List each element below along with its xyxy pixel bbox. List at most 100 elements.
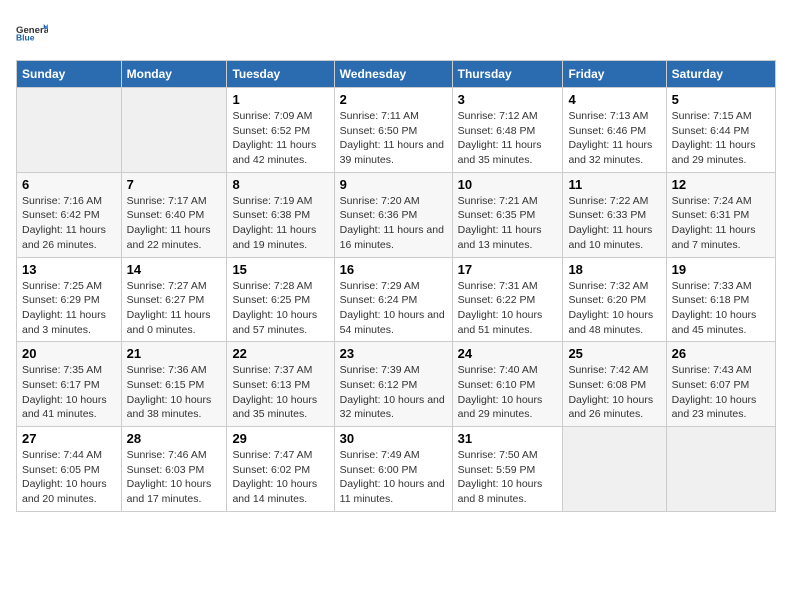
calendar-cell: 28 Sunrise: 7:46 AM Sunset: 6:03 PM Dayli… [121, 427, 227, 512]
day-info: Sunrise: 7:20 AM Sunset: 6:36 PM Dayligh… [340, 194, 447, 253]
day-number: 7 [127, 177, 222, 192]
day-info: Sunrise: 7:22 AM Sunset: 6:33 PM Dayligh… [568, 194, 660, 253]
day-info: Sunrise: 7:29 AM Sunset: 6:24 PM Dayligh… [340, 279, 447, 338]
calendar-cell [563, 427, 666, 512]
calendar-cell: 25Sunrise: 7:42 AM Sunset: 6:08 PM Dayli… [563, 342, 666, 427]
day-number: 4 [568, 92, 660, 107]
header-saturday: Saturday [666, 61, 775, 88]
day-info: Sunrise: 7:32 AM Sunset: 6:20 PM Dayligh… [568, 279, 660, 338]
day-info: Sunrise: 7:43 AM Sunset: 6:07 PM Dayligh… [672, 363, 770, 422]
day-number: 28 [127, 431, 222, 446]
day-info: Sunrise: 7:11 AM Sunset: 6:50 PM Dayligh… [340, 109, 447, 168]
calendar-cell: 14Sunrise: 7:27 AM Sunset: 6:27 PM Dayli… [121, 257, 227, 342]
day-info: Sunrise: 7:12 AM Sunset: 6:48 PM Dayligh… [458, 109, 558, 168]
day-info: Sunrise: 7:37 AM Sunset: 6:13 PM Dayligh… [232, 363, 328, 422]
day-info: Sunrise: 7:16 AM Sunset: 6:42 PM Dayligh… [22, 194, 116, 253]
day-info: Sunrise: 7:33 AM Sunset: 6:18 PM Dayligh… [672, 279, 770, 338]
day-number: 10 [458, 177, 558, 192]
day-number: 29 [232, 431, 328, 446]
calendar-cell: 29 Sunrise: 7:47 AM Sunset: 6:02 PM Dayli… [227, 427, 334, 512]
day-number: 26 [672, 346, 770, 361]
calendar-cell: 18 Sunrise: 7:32 AM Sunset: 6:20 PM Dayli… [563, 257, 666, 342]
day-number: 20 [22, 346, 116, 361]
calendar-cell [666, 427, 775, 512]
day-number: 2 [340, 92, 447, 107]
calendar-cell: 4 Sunrise: 7:13 AM Sunset: 6:46 PM Daylig… [563, 88, 666, 173]
calendar-cell: 12 Sunrise: 7:24 AM Sunset: 6:31 PM Dayli… [666, 172, 775, 257]
day-number: 27 [22, 431, 116, 446]
calendar-cell: 16 Sunrise: 7:29 AM Sunset: 6:24 PM Dayli… [334, 257, 452, 342]
header-monday: Monday [121, 61, 227, 88]
calendar-cell: 17Sunrise: 7:31 AM Sunset: 6:22 PM Dayli… [452, 257, 563, 342]
header-sunday: Sunday [17, 61, 122, 88]
calendar-cell [17, 88, 122, 173]
day-info: Sunrise: 7:39 AM Sunset: 6:12 PM Dayligh… [340, 363, 447, 422]
day-info: Sunrise: 7:13 AM Sunset: 6:46 PM Dayligh… [568, 109, 660, 168]
header-thursday: Thursday [452, 61, 563, 88]
day-info: Sunrise: 7:25 AM Sunset: 6:29 PM Dayligh… [22, 279, 116, 338]
calendar-week-2: 6 Sunrise: 7:16 AM Sunset: 6:42 PM Daylig… [17, 172, 776, 257]
day-info: Sunrise: 7:24 AM Sunset: 6:31 PM Dayligh… [672, 194, 770, 253]
calendar-cell: 24Sunrise: 7:40 AM Sunset: 6:10 PM Dayli… [452, 342, 563, 427]
calendar-cell: 8 Sunrise: 7:19 AM Sunset: 6:38 PM Daylig… [227, 172, 334, 257]
day-number: 25 [568, 346, 660, 361]
day-number: 16 [340, 262, 447, 277]
day-number: 31 [458, 431, 558, 446]
day-number: 11 [568, 177, 660, 192]
calendar-cell: 23 Sunrise: 7:39 AM Sunset: 6:12 PM Dayli… [334, 342, 452, 427]
day-number: 19 [672, 262, 770, 277]
calendar-cell: 26 Sunrise: 7:43 AM Sunset: 6:07 PM Dayli… [666, 342, 775, 427]
day-number: 6 [22, 177, 116, 192]
day-info: Sunrise: 7:40 AM Sunset: 6:10 PM Dayligh… [458, 363, 558, 422]
svg-text:Blue: Blue [16, 33, 35, 43]
logo: General Blue [16, 16, 48, 48]
header-wednesday: Wednesday [334, 61, 452, 88]
calendar-cell [121, 88, 227, 173]
calendar-cell: 1Sunrise: 7:09 AM Sunset: 6:52 PM Daylig… [227, 88, 334, 173]
day-number: 8 [232, 177, 328, 192]
day-number: 22 [232, 346, 328, 361]
calendar-cell: 30 Sunrise: 7:49 AM Sunset: 6:00 PM Dayli… [334, 427, 452, 512]
day-info: Sunrise: 7:47 AM Sunset: 6:02 PM Dayligh… [232, 448, 328, 507]
day-number: 12 [672, 177, 770, 192]
day-info: Sunrise: 7:19 AM Sunset: 6:38 PM Dayligh… [232, 194, 328, 253]
calendar-cell: 5 Sunrise: 7:15 AM Sunset: 6:44 PM Daylig… [666, 88, 775, 173]
calendar-cell: 22 Sunrise: 7:37 AM Sunset: 6:13 PM Dayli… [227, 342, 334, 427]
day-info: Sunrise: 7:50 AM Sunset: 5:59 PM Dayligh… [458, 448, 558, 507]
day-info: Sunrise: 7:36 AM Sunset: 6:15 PM Dayligh… [127, 363, 222, 422]
day-number: 5 [672, 92, 770, 107]
calendar-cell: 2 Sunrise: 7:11 AM Sunset: 6:50 PM Daylig… [334, 88, 452, 173]
day-info: Sunrise: 7:17 AM Sunset: 6:40 PM Dayligh… [127, 194, 222, 253]
calendar-cell: 19 Sunrise: 7:33 AM Sunset: 6:18 PM Dayli… [666, 257, 775, 342]
day-info: Sunrise: 7:44 AM Sunset: 6:05 PM Dayligh… [22, 448, 116, 507]
calendar-week-3: 13 Sunrise: 7:25 AM Sunset: 6:29 PM Dayli… [17, 257, 776, 342]
day-number: 30 [340, 431, 447, 446]
day-info: Sunrise: 7:15 AM Sunset: 6:44 PM Dayligh… [672, 109, 770, 168]
page-header: General Blue [16, 16, 776, 48]
calendar-header-row: SundayMondayTuesdayWednesdayThursdayFrid… [17, 61, 776, 88]
calendar-week-5: 27 Sunrise: 7:44 AM Sunset: 6:05 PM Dayli… [17, 427, 776, 512]
calendar-cell: 27 Sunrise: 7:44 AM Sunset: 6:05 PM Dayli… [17, 427, 122, 512]
day-info: Sunrise: 7:35 AM Sunset: 6:17 PM Dayligh… [22, 363, 116, 422]
logo-icon: General Blue [16, 16, 48, 48]
day-info: Sunrise: 7:28 AM Sunset: 6:25 PM Dayligh… [232, 279, 328, 338]
header-tuesday: Tuesday [227, 61, 334, 88]
calendar-cell: 11 Sunrise: 7:22 AM Sunset: 6:33 PM Dayli… [563, 172, 666, 257]
header-friday: Friday [563, 61, 666, 88]
day-info: Sunrise: 7:49 AM Sunset: 6:00 PM Dayligh… [340, 448, 447, 507]
calendar-cell: 20 Sunrise: 7:35 AM Sunset: 6:17 PM Dayli… [17, 342, 122, 427]
calendar-cell: 21 Sunrise: 7:36 AM Sunset: 6:15 PM Dayli… [121, 342, 227, 427]
calendar-cell: 6 Sunrise: 7:16 AM Sunset: 6:42 PM Daylig… [17, 172, 122, 257]
day-number: 21 [127, 346, 222, 361]
day-number: 1 [232, 92, 328, 107]
day-info: Sunrise: 7:46 AM Sunset: 6:03 PM Dayligh… [127, 448, 222, 507]
day-number: 18 [568, 262, 660, 277]
day-number: 9 [340, 177, 447, 192]
calendar-week-1: 1Sunrise: 7:09 AM Sunset: 6:52 PM Daylig… [17, 88, 776, 173]
calendar-cell: 3 Sunrise: 7:12 AM Sunset: 6:48 PM Daylig… [452, 88, 563, 173]
calendar-cell: 13 Sunrise: 7:25 AM Sunset: 6:29 PM Dayli… [17, 257, 122, 342]
calendar-cell: 7 Sunrise: 7:17 AM Sunset: 6:40 PM Daylig… [121, 172, 227, 257]
day-number: 23 [340, 346, 447, 361]
day-number: 13 [22, 262, 116, 277]
day-number: 3 [458, 92, 558, 107]
